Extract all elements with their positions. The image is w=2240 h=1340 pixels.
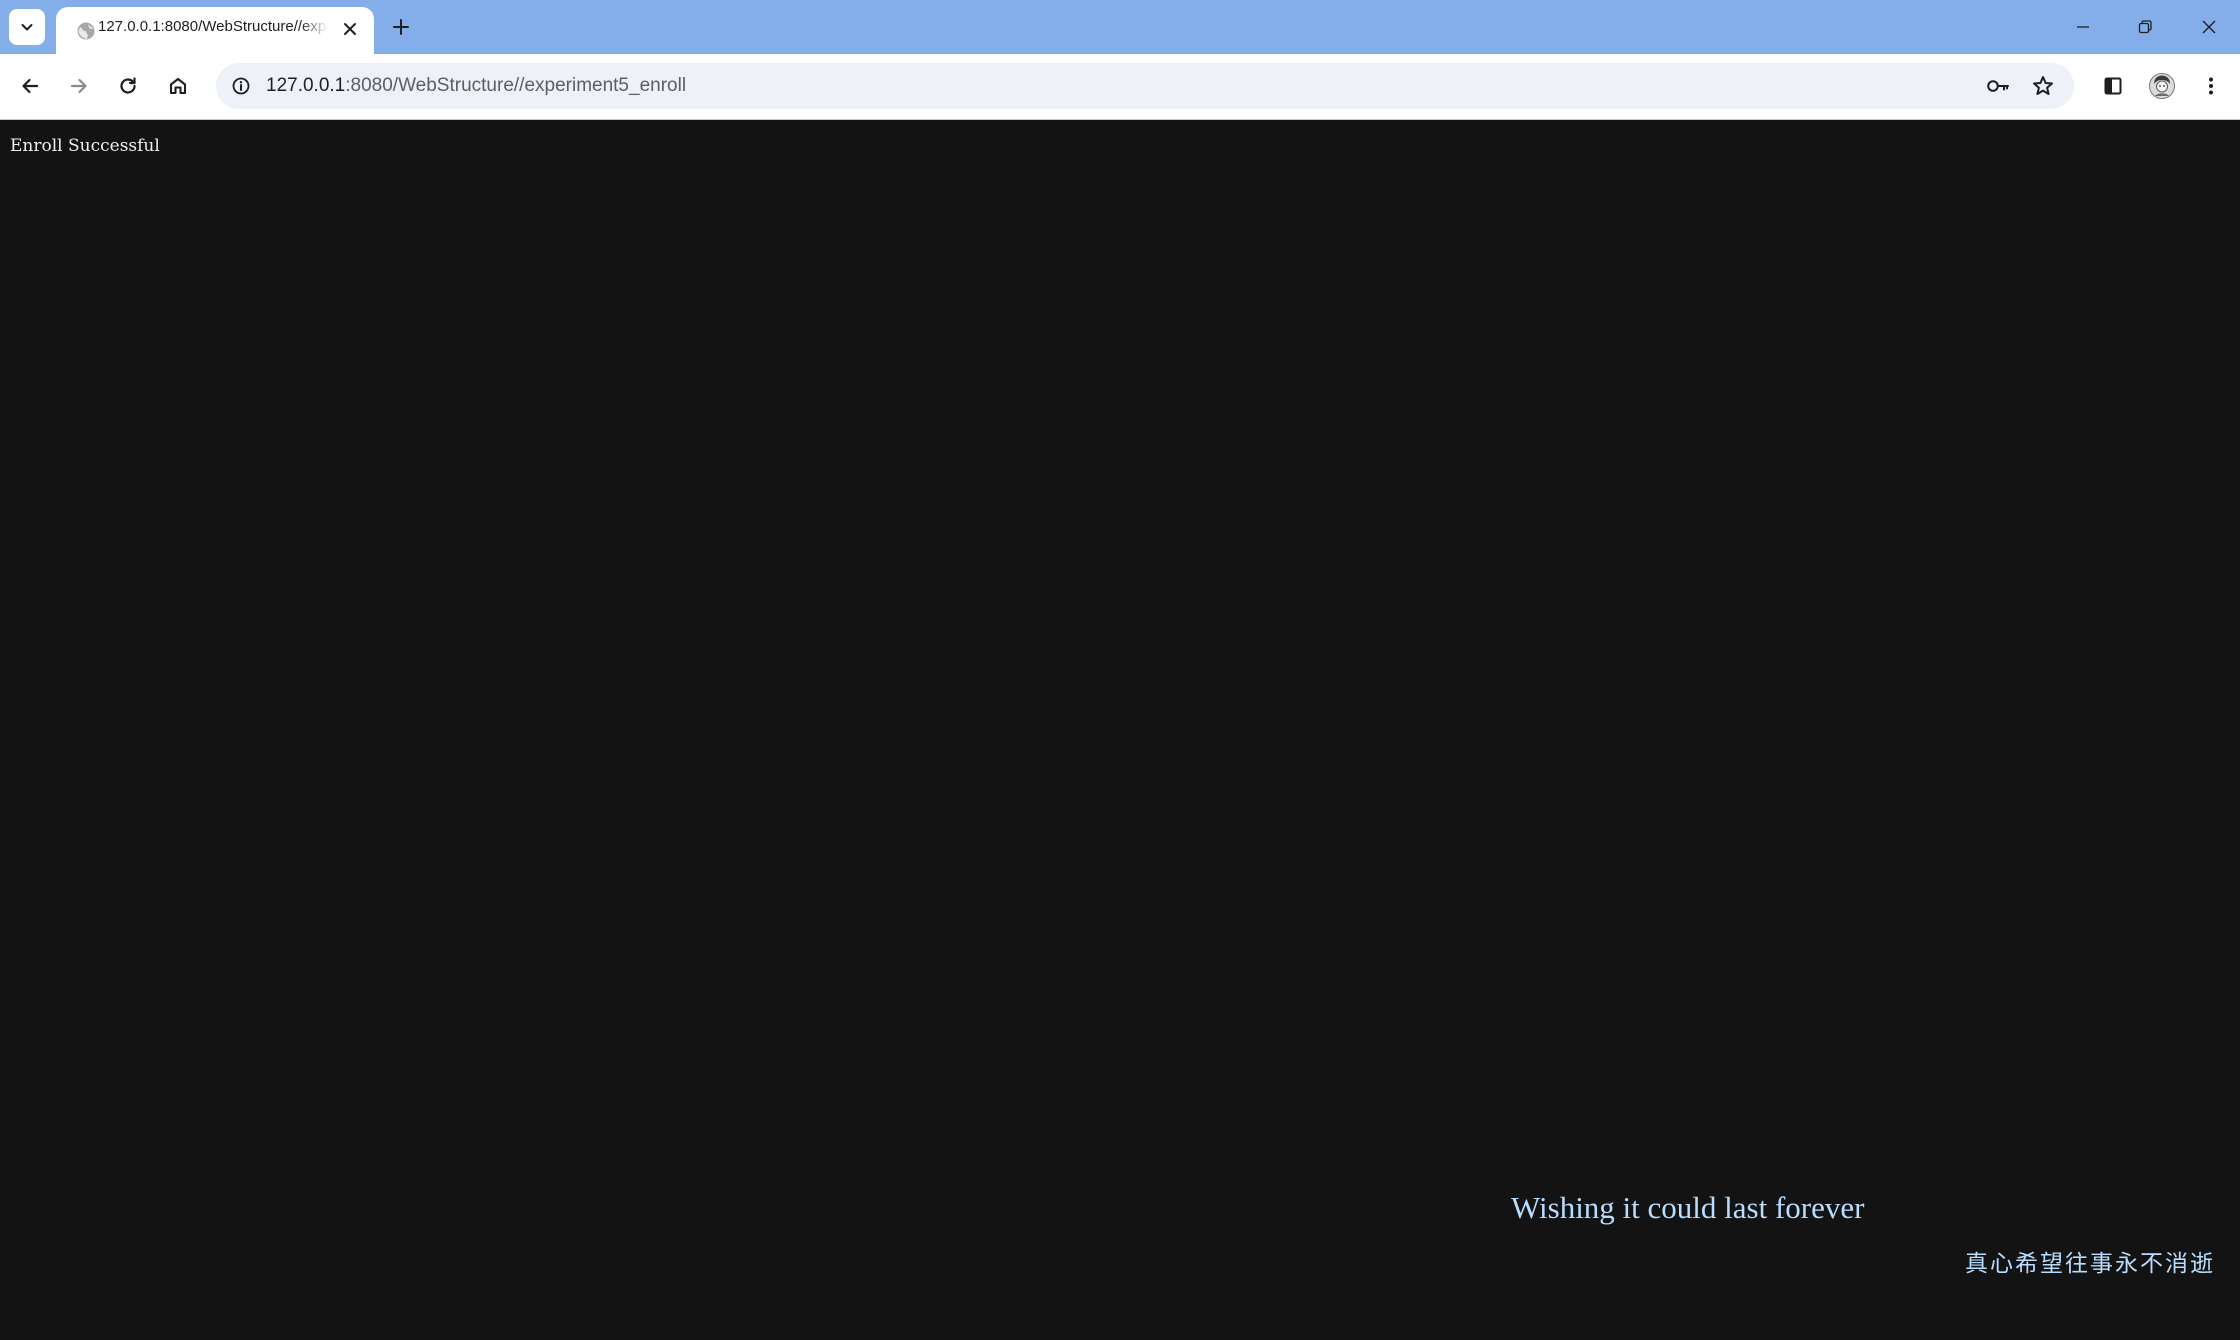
close-icon	[344, 23, 356, 35]
tab-active[interactable]: 127.0.0.1:8080/WebStructure//experiment5…	[56, 7, 374, 54]
site-info-button[interactable]	[224, 69, 258, 103]
profile-button[interactable]	[2144, 68, 2180, 104]
forward-button[interactable]	[61, 68, 97, 104]
tab-close-button[interactable]	[338, 17, 362, 41]
arrow-left-icon	[22, 78, 39, 94]
side-panel-icon	[2104, 77, 2122, 95]
url-path: :8080/WebStructure//experiment5_enroll	[345, 75, 687, 96]
chevron-down-icon	[21, 24, 33, 31]
manage-passwords-button[interactable]	[1981, 69, 2015, 103]
browser-window: 127.0.0.1:8080/WebStructure//experiment5…	[0, 0, 2240, 1340]
home-button[interactable]	[160, 68, 196, 104]
restore-button[interactable]	[2114, 0, 2176, 54]
minimize-button[interactable]	[2052, 0, 2114, 54]
enroll-status-message: Enroll Successful	[10, 136, 160, 156]
home-icon	[169, 77, 187, 95]
close-icon	[2202, 20, 2216, 34]
star-icon	[2033, 76, 2053, 95]
minimize-icon	[2077, 26, 2089, 28]
info-icon	[232, 77, 250, 95]
quote-chinese: 真心希望往事永不消逝	[1965, 1251, 2215, 1277]
back-button[interactable]	[12, 68, 48, 104]
reload-icon	[120, 77, 136, 94]
tab-search-button[interactable]	[9, 9, 45, 45]
tab-strip: 127.0.0.1:8080/WebStructure//experiment5…	[0, 0, 2240, 54]
browser-menu-button[interactable]	[2193, 68, 2229, 104]
tab-title: 127.0.0.1:8080/WebStructure//experiment5…	[98, 18, 328, 35]
quote-english: Wishing it could last forever	[1511, 1190, 1865, 1225]
address-bar[interactable]: 127.0.0.1:8080/WebStructure//experiment5…	[216, 63, 2074, 109]
avatar-icon	[2149, 73, 2175, 99]
plus-icon	[393, 19, 409, 35]
globe-icon	[77, 22, 95, 40]
url-host: 127.0.0.1	[266, 75, 346, 96]
url-text[interactable]: 127.0.0.1:8080/WebStructure//experiment5…	[266, 63, 686, 109]
reload-button[interactable]	[110, 68, 146, 104]
browser-toolbar: 127.0.0.1:8080/WebStructure//experiment5…	[0, 54, 2240, 120]
page-content: Enroll Successful Wishing it could last …	[0, 120, 2240, 1340]
key-icon	[1987, 80, 2009, 92]
restore-icon	[2138, 20, 2152, 34]
more-vertical-icon	[2209, 77, 2213, 95]
side-panel-button[interactable]	[2095, 68, 2131, 104]
bookmark-button[interactable]	[2026, 69, 2060, 103]
new-tab-button[interactable]	[386, 12, 416, 42]
arrow-right-icon	[70, 78, 87, 94]
close-window-button[interactable]	[2178, 0, 2240, 54]
